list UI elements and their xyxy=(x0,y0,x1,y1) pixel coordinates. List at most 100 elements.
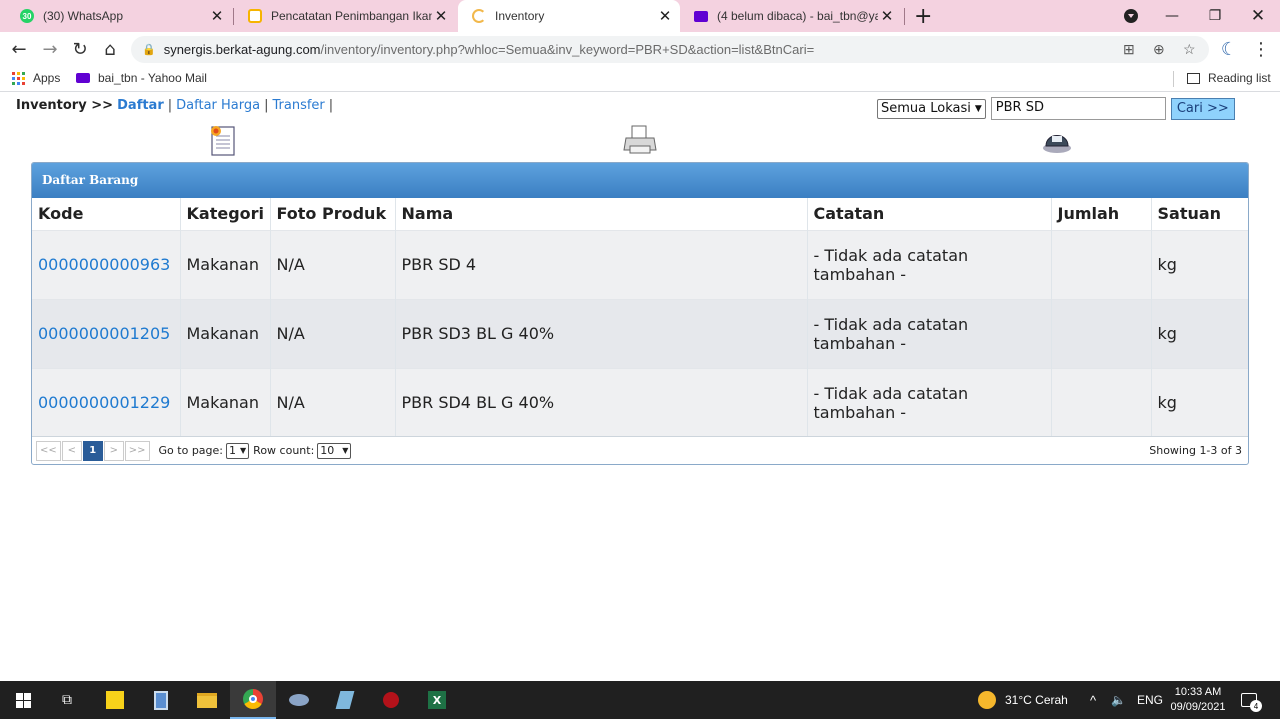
tab-whatsapp[interactable]: 30 (30) WhatsApp ✕ xyxy=(6,0,232,32)
column-header-nama[interactable]: Nama xyxy=(395,198,808,230)
tab-search-icon[interactable] xyxy=(1109,0,1153,32)
breadcrumb-root: Inventory >> xyxy=(16,98,113,113)
item-photo: N/A xyxy=(270,367,396,437)
loading-icon xyxy=(472,9,486,23)
next-page-button[interactable]: > xyxy=(103,440,124,461)
menu-icon[interactable]: ⋮ xyxy=(1248,37,1274,61)
clock-time: 10:33 AM xyxy=(1174,686,1222,698)
chevron-up-icon[interactable]: ^ xyxy=(1090,681,1096,719)
notepad-icon[interactable] xyxy=(322,681,368,719)
reading-list-icon xyxy=(1187,72,1200,84)
item-unit: kg xyxy=(1151,229,1248,299)
tab-strip: 30 (30) WhatsApp ✕ Pencatatan Penimbanga… xyxy=(0,0,1280,32)
task-view-icon[interactable]: ⧉ xyxy=(44,681,90,719)
row-count-label: Row count: xyxy=(253,444,315,457)
keyword-input[interactable]: PBR SD xyxy=(990,97,1166,120)
prev-page-button[interactable]: < xyxy=(61,440,82,461)
chevron-down-icon: ▼ xyxy=(342,446,349,455)
current-page-button[interactable]: 1 xyxy=(82,440,103,461)
sticky-notes-icon[interactable] xyxy=(92,681,138,719)
weather-sun-icon xyxy=(978,691,996,709)
translate-icon[interactable]: ⊞ xyxy=(1123,41,1135,58)
whatsapp-icon: 30 xyxy=(20,9,34,23)
notification-center-icon[interactable]: 4 xyxy=(1241,681,1262,719)
excel-icon[interactable]: X xyxy=(414,681,460,719)
goto-page-select[interactable]: 1 ▼ xyxy=(226,442,250,459)
close-tab-icon[interactable]: ✕ xyxy=(208,7,226,25)
clock[interactable]: 10:33 AM 09/09/2021 xyxy=(1169,681,1227,719)
search-form: Semua Lokasi ▼ PBR SD Cari >> xyxy=(877,97,1235,120)
column-header-jumlah[interactable]: Jumlah xyxy=(1051,198,1152,230)
table-row: 0000000001229 Makanan N/A PBR SD4 BL G 4… xyxy=(32,367,1248,437)
new-tab-button[interactable]: + xyxy=(914,4,932,29)
home-icon[interactable]: ⌂ xyxy=(97,37,123,61)
showing-count: Showing 1-3 of 3 xyxy=(1149,444,1242,457)
weather-widget[interactable]: 31°C Cerah xyxy=(978,681,1068,719)
reading-list-button[interactable]: Reading list xyxy=(1187,71,1271,85)
column-header-kategori[interactable]: Kategori xyxy=(180,198,271,230)
table-row: 0000000001205 Makanan N/A PBR SD3 BL G 4… xyxy=(32,298,1248,368)
new-document-icon[interactable] xyxy=(209,125,237,161)
nav-separator: | xyxy=(167,98,173,113)
column-header-foto[interactable]: Foto Produk xyxy=(270,198,396,230)
language-indicator[interactable]: ENG xyxy=(1137,681,1163,719)
nav-daftar-harga[interactable]: Daftar Harga xyxy=(176,98,260,113)
row-count-value: 10 xyxy=(320,444,335,457)
bookmark-apps[interactable]: Apps xyxy=(12,71,60,85)
location-select[interactable]: Semua Lokasi ▼ xyxy=(877,98,986,119)
calculator-icon[interactable] xyxy=(138,681,184,719)
close-tab-icon[interactable]: ✕ xyxy=(878,7,896,25)
chevron-down-icon: ▼ xyxy=(240,446,247,455)
nav-daftar[interactable]: Daftar xyxy=(117,98,164,113)
minimize-icon[interactable]: — xyxy=(1150,0,1194,32)
item-photo: N/A xyxy=(270,298,396,368)
item-code-link[interactable]: 0000000001229 xyxy=(32,367,181,437)
item-quantity xyxy=(1051,367,1152,437)
bookmark-yahoo-mail[interactable]: bai_tbn - Yahoo Mail xyxy=(76,71,207,85)
apps-grid-icon xyxy=(12,71,25,85)
file-explorer-icon[interactable] xyxy=(184,681,230,719)
item-list-panel: Daftar Barang Kode Kategori Foto Produk … xyxy=(31,162,1249,465)
tab-inventory[interactable]: Inventory ✕ xyxy=(458,0,680,32)
item-category: Makanan xyxy=(180,367,271,437)
last-page-button[interactable]: >> xyxy=(124,440,150,461)
chrome-icon[interactable] xyxy=(230,681,276,719)
app-red-icon[interactable] xyxy=(368,681,414,719)
windows-start-icon[interactable] xyxy=(0,681,46,719)
item-code-link[interactable]: 0000000000963 xyxy=(32,229,181,299)
column-header-kode[interactable]: Kode xyxy=(32,198,181,230)
bookmark-label: Apps xyxy=(33,71,61,85)
item-unit: kg xyxy=(1151,367,1248,437)
tab-yahoo-mail[interactable]: (4 belum dibaca) - bai_tbn@yaho ✕ xyxy=(680,0,902,32)
speaker-icon[interactable]: 🔈 xyxy=(1111,681,1126,719)
item-quantity xyxy=(1051,298,1152,368)
url-host: synergis.berkat-agung.com xyxy=(163,42,321,57)
first-page-button[interactable]: << xyxy=(36,440,61,461)
close-window-icon[interactable]: ✕ xyxy=(1236,0,1280,32)
clock-date: 09/09/2021 xyxy=(1170,701,1226,713)
column-header-catatan[interactable]: Catatan xyxy=(807,198,1052,230)
tab-pencatatan[interactable]: Pencatatan Penimbangan Ikan ✕ xyxy=(234,0,456,32)
zoom-icon[interactable]: ⊕ xyxy=(1153,41,1165,58)
bookmark-label: bai_tbn - Yahoo Mail xyxy=(98,71,207,85)
extension-icon[interactable]: ☾ xyxy=(1216,37,1242,61)
snipping-tool-icon[interactable] xyxy=(276,681,322,719)
close-tab-icon[interactable]: ✕ xyxy=(656,7,674,25)
close-tab-icon[interactable]: ✕ xyxy=(432,7,450,25)
item-code-link[interactable]: 0000000001205 xyxy=(32,298,181,368)
tab-divider xyxy=(904,8,905,25)
item-name: PBR SD 4 xyxy=(395,229,808,299)
bookmark-star-icon[interactable]: ☆ xyxy=(1183,41,1196,58)
printer-icon[interactable] xyxy=(623,124,657,160)
row-count-select[interactable]: 10 ▼ xyxy=(317,442,352,459)
nav-transfer[interactable]: Transfer xyxy=(272,98,324,113)
search-button[interactable]: Cari >> xyxy=(1170,97,1235,120)
restore-icon[interactable]: ❐ xyxy=(1193,0,1237,32)
label-printer-icon[interactable] xyxy=(1041,126,1073,158)
bookmark-divider xyxy=(1173,71,1174,87)
reload-icon[interactable]: ↻ xyxy=(67,37,93,61)
back-icon[interactable]: ← xyxy=(6,37,32,61)
forward-icon[interactable]: → xyxy=(37,37,63,61)
column-header-satuan[interactable]: Satuan xyxy=(1151,198,1248,230)
address-bar[interactable]: 🔒 synergis.berkat-agung.com/inventory/in… xyxy=(131,36,1209,63)
